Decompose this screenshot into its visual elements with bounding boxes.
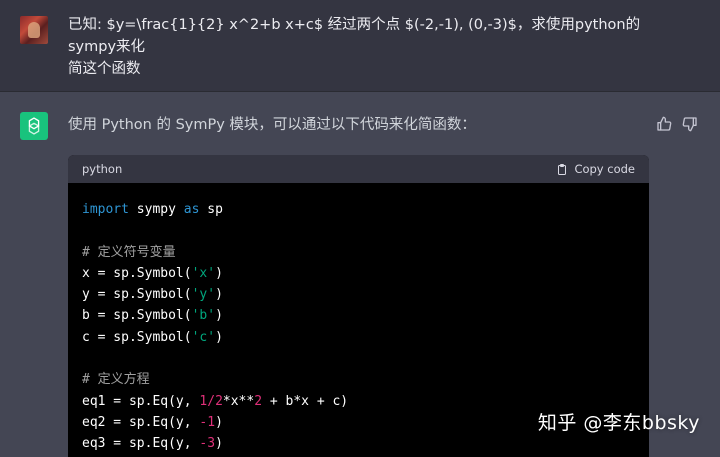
user-message-row: 已知: $y=\frac{1}{2} x^2+b x+c$ 经过两个点 $(-2… <box>0 0 720 92</box>
clipboard-icon <box>558 163 567 175</box>
chatgpt-logo-icon <box>20 112 48 140</box>
thumbs-down-icon[interactable] <box>682 116 698 132</box>
copy-code-button[interactable]: Copy code <box>556 162 635 176</box>
code-line: x = sp.Symbol('x') <box>82 265 223 281</box>
code-line: c = sp.Symbol('c') <box>82 329 223 345</box>
thumbs-up-icon[interactable] <box>656 116 672 132</box>
code-language-label: python <box>82 162 123 176</box>
user-message-line-1: 已知: $y=\frac{1}{2} x^2+b x+c$ 经过两个点 $(-2… <box>68 17 641 55</box>
copy-code-label: Copy code <box>574 162 635 176</box>
user-avatar <box>20 16 48 44</box>
feedback-buttons <box>656 116 698 132</box>
code-comment: # 定义符号变量 <box>82 244 176 260</box>
assistant-intro-text: 使用 Python 的 SymPy 模块，可以通过以下代码来化简函数： <box>68 117 476 133</box>
user-message-text: 已知: $y=\frac{1}{2} x^2+b x+c$ 经过两个点 $(-2… <box>68 14 668 80</box>
code-block-header: python Copy code <box>68 155 649 183</box>
user-message-line-2: 简这个函数 <box>68 61 141 77</box>
code-line: import sympy as sp <box>82 202 223 217</box>
code-line: b = sp.Symbol('b') <box>82 308 223 324</box>
code-line: eq3 = sp.Eq(y, -3) <box>82 436 223 452</box>
code-comment: # 定义方程 <box>82 372 150 388</box>
code-line: y = sp.Symbol('y') <box>82 287 223 303</box>
zhihu-watermark: 知乎 @李东bbsky <box>537 412 700 434</box>
assistant-message-row: 使用 Python 的 SymPy 模块，可以通过以下代码来化简函数： pyth… <box>0 92 720 457</box>
